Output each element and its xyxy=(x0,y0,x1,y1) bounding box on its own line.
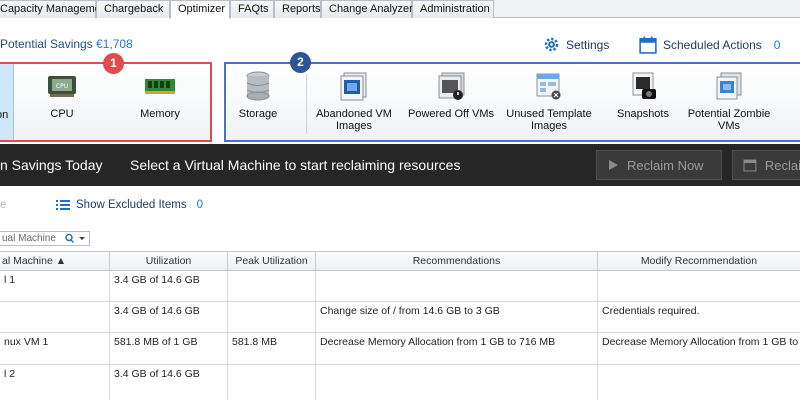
snapshots-icon xyxy=(623,70,663,102)
table-cell-peak xyxy=(228,271,316,302)
table-cell-peak: 581.8 MB xyxy=(228,333,316,365)
tool-snapshots[interactable]: Snapshots xyxy=(606,70,680,120)
gear-icon xyxy=(544,37,559,52)
tool-memory-label: Memory xyxy=(140,108,180,120)
column-header-peak-utilization[interactable]: Peak Utilization xyxy=(228,252,316,271)
tab-faqts[interactable]: FAQts xyxy=(230,0,274,18)
savings-today-label: n Savings Today xyxy=(0,157,103,173)
storage-icon xyxy=(238,70,278,102)
reclaim-later-button[interactable]: Reclai xyxy=(732,150,800,180)
tool-storage[interactable]: Storage xyxy=(232,70,284,120)
table-cell-utilization: 3.4 GB of 14.6 GB xyxy=(110,365,228,400)
table-cell-modify[interactable]: Credentials required. xyxy=(598,302,800,333)
table-cell-recommendation: Change size of / from 14.6 GB to 3 GB xyxy=(316,302,598,333)
calendar-icon xyxy=(639,36,657,54)
column-header-modify-recommendation[interactable]: Modify Recommendation xyxy=(598,252,800,271)
column-header-virtual-machine[interactable]: al Machine ▲ xyxy=(0,252,110,271)
column-header-utilization[interactable]: Utilization xyxy=(110,252,228,271)
reclaim-now-label: Reclaim Now xyxy=(627,157,704,173)
show-excluded-items-label: Show Excluded Items xyxy=(76,199,187,211)
group1-badge: 1 xyxy=(103,53,124,74)
tab-bar: Capacity Management Chargeback Optimizer… xyxy=(0,0,800,19)
reclaim-instruction: Select a Virtual Machine to start reclai… xyxy=(130,157,461,173)
potential-savings-amount: €1,708 xyxy=(96,37,133,51)
tool-memory[interactable]: Memory xyxy=(122,70,198,120)
table-cell-vm[interactable]: l 1 xyxy=(0,271,110,302)
tab-chargeback[interactable]: Chargeback xyxy=(96,0,170,18)
tool-abandoned-vm-images-label: Abandoned VM Images xyxy=(316,108,392,132)
vm-recommendations-grid: al Machine ▲ Utilization Peak Utilizatio… xyxy=(0,251,800,400)
scheduled-actions-link[interactable]: Scheduled Actions 0 xyxy=(639,36,780,54)
tool-powered-off-vms[interactable]: Powered Off VMs xyxy=(406,70,496,120)
table-cell-peak xyxy=(228,302,316,333)
tool-potential-zombie-vms[interactable]: Potential Zombie VMs xyxy=(686,70,772,132)
table-cell-vm[interactable]: nux VM 1 xyxy=(0,333,110,365)
tool-potential-zombie-vms-label: Potential Zombie VMs xyxy=(687,108,771,132)
tab-optimizer[interactable]: Optimizer xyxy=(170,0,230,19)
unused-template-icon xyxy=(529,70,569,102)
tab-capacity-management[interactable]: Capacity Management xyxy=(0,0,110,18)
group2-badge: 2 xyxy=(290,52,311,73)
abandoned-vm-images-icon xyxy=(334,70,374,102)
potential-savings-label: Potential Savings xyxy=(0,37,93,51)
table-cell-modify[interactable]: Decrease Memory Allocation from 1 GB to … xyxy=(598,333,800,365)
potential-savings: Potential Savings €1,708 xyxy=(0,37,133,51)
svg-text:CPU: CPU xyxy=(56,83,68,90)
tool-unused-template-images-label: Unused Template Images xyxy=(506,108,592,132)
table-cell-recommendation: Decrease Memory Allocation from 1 GB to … xyxy=(316,333,598,365)
memory-icon xyxy=(140,70,180,102)
table-cell-peak xyxy=(228,365,316,400)
toolbar-divider xyxy=(306,74,307,134)
filter-truncated-text: e xyxy=(0,199,7,211)
tab-administration[interactable]: Administration xyxy=(412,0,494,18)
settings-label: Settings xyxy=(566,37,610,52)
tool-storage-label: Storage xyxy=(238,108,278,120)
list-icon xyxy=(56,200,70,210)
table-cell-modify[interactable] xyxy=(598,271,800,302)
powered-off-vm-icon xyxy=(431,70,471,102)
vm-search-text: ual Machine xyxy=(2,233,56,244)
show-excluded-items-link[interactable]: Show Excluded Items 0 xyxy=(56,199,203,211)
reclaim-later-label: Reclai xyxy=(764,157,800,173)
zombie-vm-icon xyxy=(709,70,749,102)
tool-partial-selected[interactable]: on xyxy=(0,64,14,140)
tab-change-analyzer[interactable]: Change Analyzer xyxy=(321,0,413,18)
tool-partial-label: on xyxy=(0,109,9,121)
table-cell-vm[interactable]: l 2 xyxy=(0,365,110,400)
tool-unused-template-images[interactable]: Unused Template Images xyxy=(502,70,596,132)
tool-cpu-label: CPU xyxy=(50,108,74,120)
resource-group-toolbar: on CPU CPU Memory xyxy=(0,62,212,142)
scheduled-actions-label: Scheduled Actions xyxy=(663,38,762,52)
table-cell-recommendation xyxy=(316,365,598,400)
tab-reports[interactable]: Reports xyxy=(274,0,321,18)
search-icon xyxy=(64,233,86,248)
table-cell-utilization: 3.4 GB of 14.6 GB xyxy=(110,302,228,333)
reclaim-action-bar: n Savings Today Select a Virtual Machine… xyxy=(0,144,800,186)
cpu-icon: CPU xyxy=(42,70,82,102)
waste-group-toolbar: Storage Abandoned VM Images Powered Off … xyxy=(224,62,800,142)
column-header-recommendations[interactable]: Recommendations xyxy=(316,252,598,271)
table-cell-utilization: 3.4 GB of 14.6 GB xyxy=(110,271,228,302)
tool-powered-off-vms-label: Powered Off VMs xyxy=(408,108,494,120)
settings-link[interactable]: Settings xyxy=(543,36,609,53)
reclaim-now-button[interactable]: Reclaim Now xyxy=(596,150,722,180)
vm-search-dropdown[interactable]: ual Machine xyxy=(0,231,90,246)
excluded-items-count: 0 xyxy=(196,199,203,211)
scheduled-actions-count: 0 xyxy=(773,38,781,52)
table-cell-utilization: 581.8 MB of 1 GB xyxy=(110,333,228,365)
calendar-icon xyxy=(743,159,757,172)
table-cell-vm[interactable] xyxy=(0,302,110,333)
play-icon xyxy=(609,160,618,170)
table-cell-modify[interactable] xyxy=(598,365,800,400)
tool-cpu[interactable]: CPU CPU xyxy=(30,70,94,120)
tool-abandoned-vm-images[interactable]: Abandoned VM Images xyxy=(310,70,398,132)
tool-snapshots-label: Snapshots xyxy=(617,108,669,120)
table-cell-recommendation xyxy=(316,271,598,302)
